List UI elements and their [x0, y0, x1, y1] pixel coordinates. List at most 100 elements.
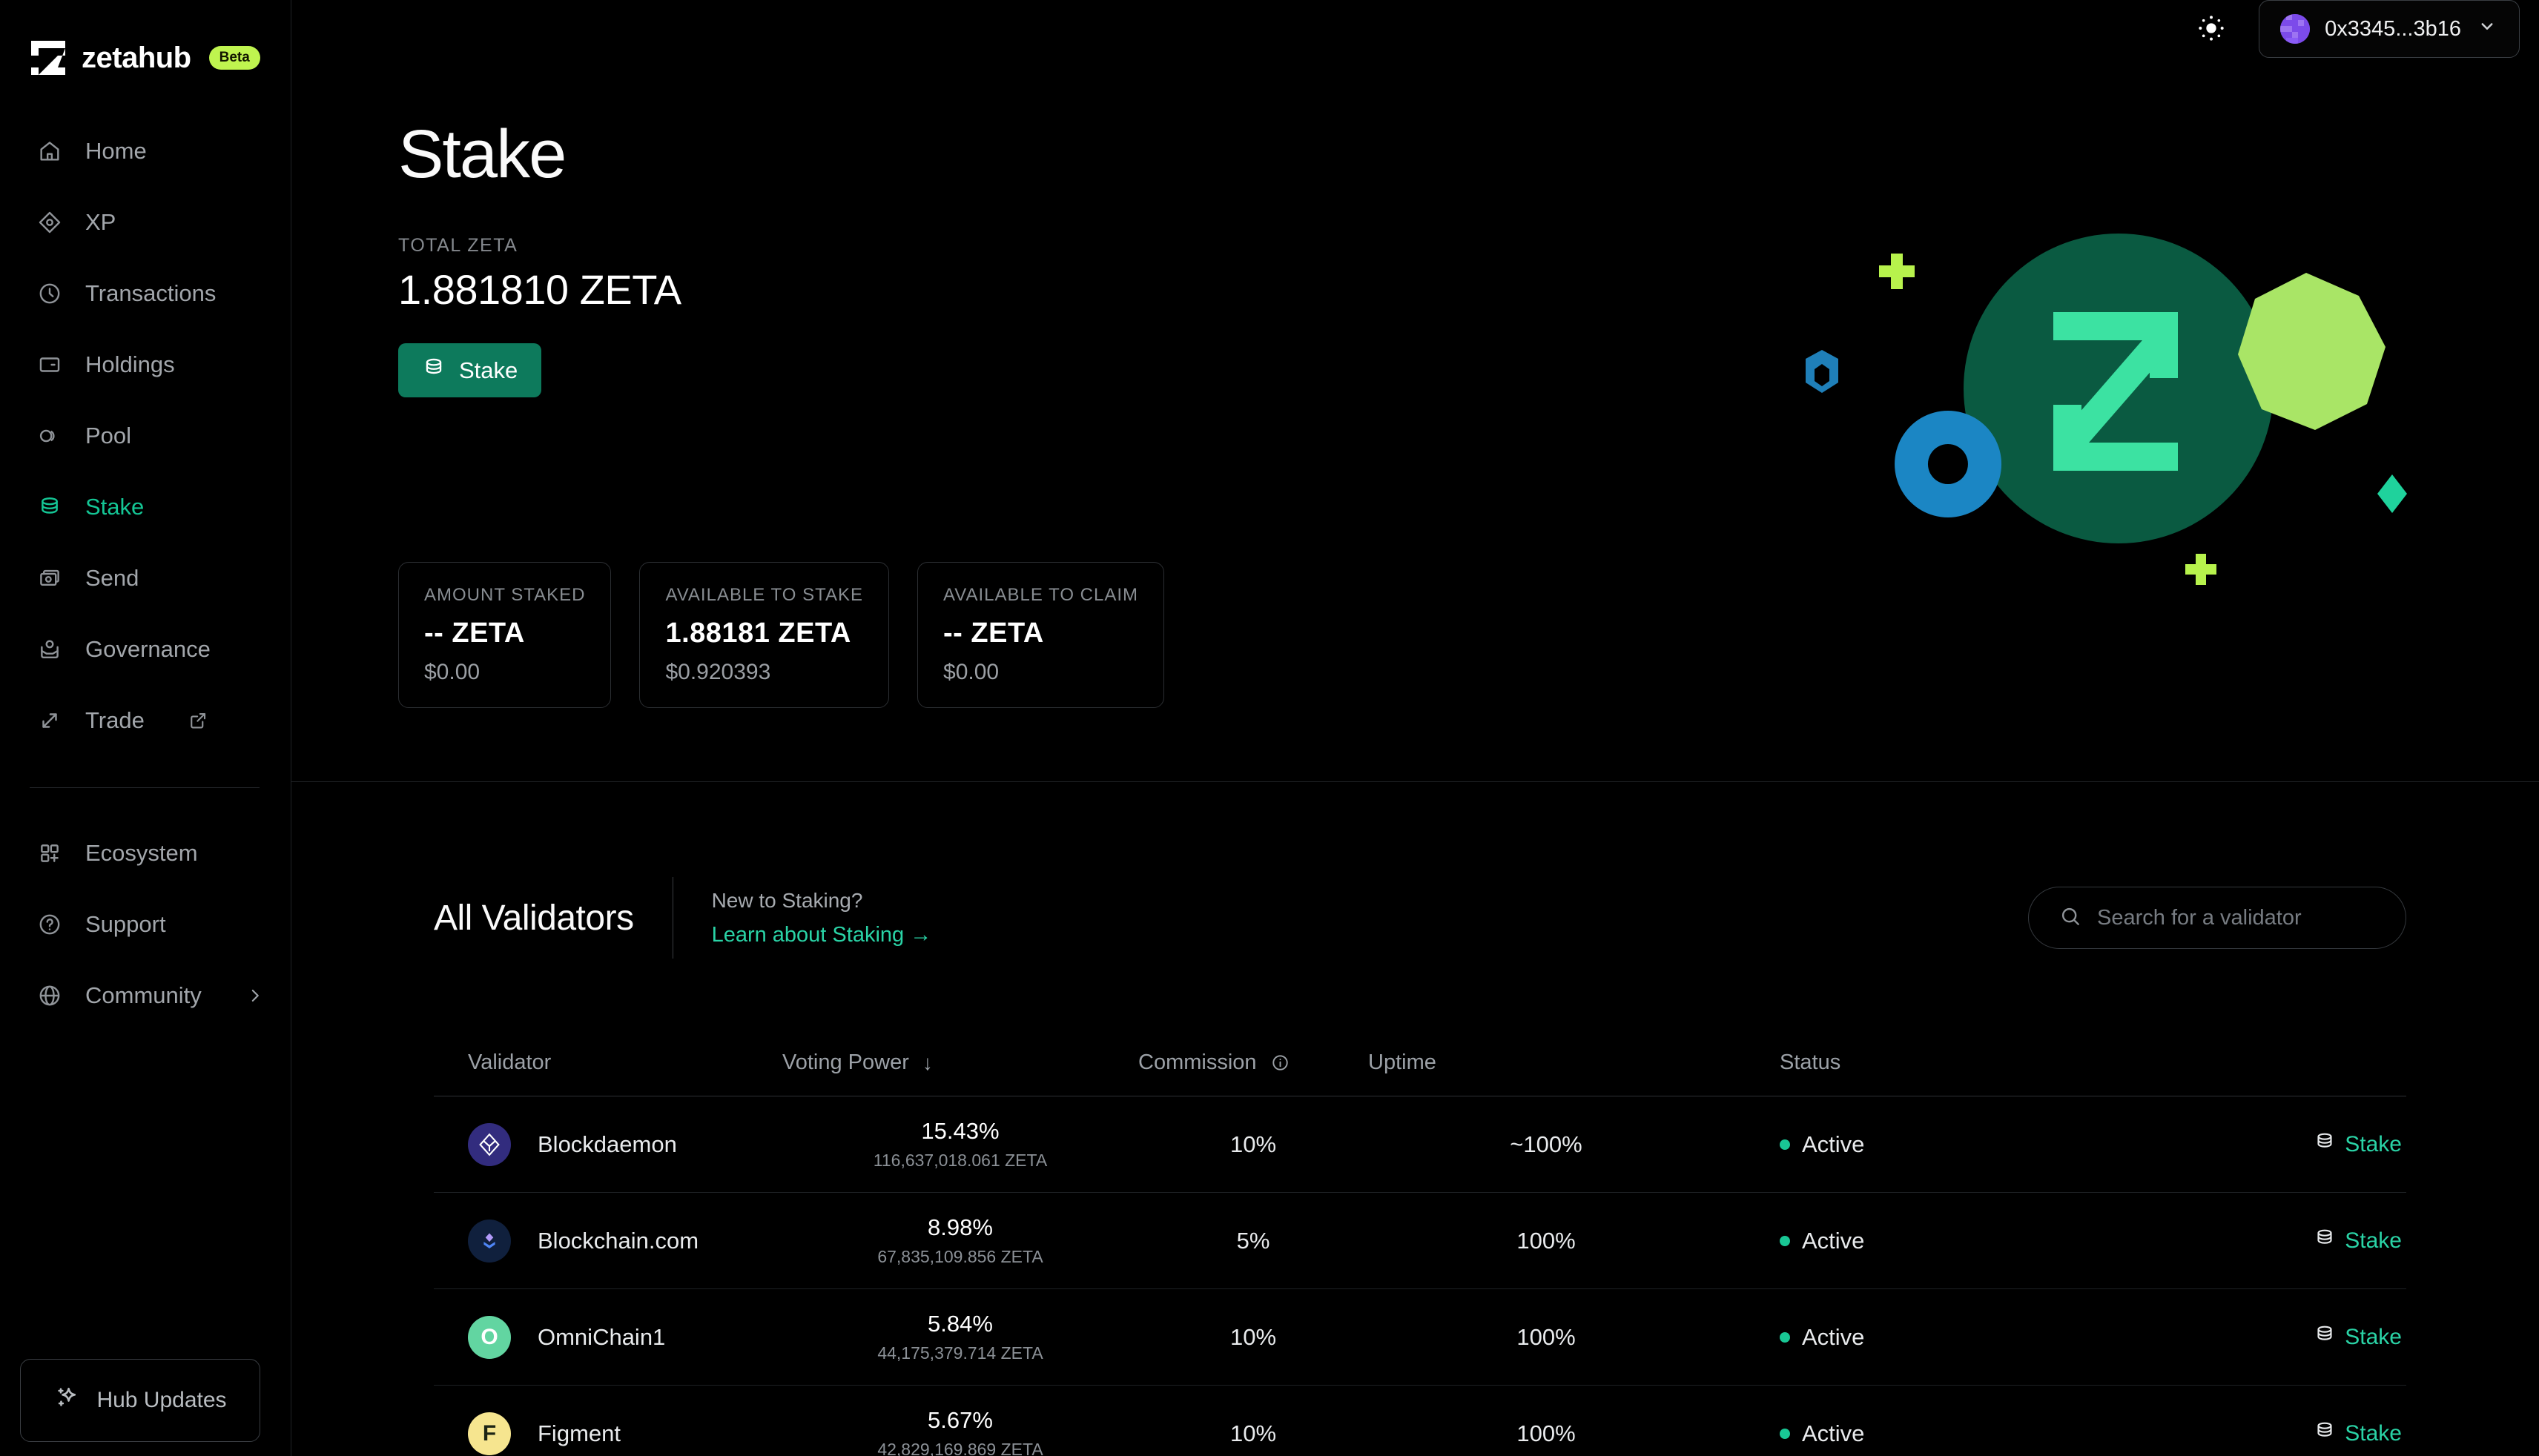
sidebar-item-label: Pool — [85, 423, 131, 449]
status-label: Active — [1802, 1420, 1864, 1447]
table-header-row: Validator Voting Power ↓ Commission Upti… — [434, 1030, 2406, 1096]
brand-name: zetahub — [82, 42, 191, 75]
avatar-letter: O — [481, 1325, 498, 1350]
validators-section: All Validators New to Staking? Learn abo… — [291, 782, 2539, 1456]
sidebar-item-stake[interactable]: Stake — [0, 471, 291, 543]
sidebar-item-holdings[interactable]: Holdings — [0, 329, 291, 400]
main-content: 0x3345...3b16 Stake TOTAL ZETA 1.881810 … — [291, 0, 2539, 1456]
sidebar-item-support[interactable]: Support — [0, 889, 291, 960]
pool-rings-icon — [37, 423, 62, 449]
voting-power-zeta: 116,637,018.061 ZETA — [874, 1151, 1047, 1171]
voting-power-zeta: 67,835,109.856 ZETA — [877, 1247, 1043, 1267]
omnichain1-avatar: O — [468, 1316, 511, 1359]
commission-value: 10% — [1138, 1324, 1368, 1351]
col-uptime: Uptime — [1368, 1050, 1724, 1075]
blockchain-com-avatar — [468, 1220, 511, 1263]
status-label: Active — [1802, 1228, 1864, 1254]
avatar-letter: F — [483, 1421, 496, 1446]
sidebar-nav-main: Home XP Transactions Holdings Po — [0, 116, 291, 756]
info-icon[interactable] — [1270, 1053, 1290, 1073]
stake-link-label: Stake — [2345, 1228, 2402, 1254]
wallet-button[interactable]: 0x3345...3b16 — [2259, 0, 2520, 58]
search-icon — [2058, 904, 2082, 932]
sidebar-item-xp[interactable]: XP — [0, 187, 291, 258]
chevron-right-icon — [244, 985, 266, 1007]
trade-arrows-icon — [37, 708, 62, 733]
stake-action[interactable]: Stake — [2036, 1323, 2406, 1351]
validators-header: All Validators New to Staking? Learn abo… — [434, 877, 2406, 959]
sidebar-item-home[interactable]: Home — [0, 116, 291, 187]
validators-table: Validator Voting Power ↓ Commission Upti… — [434, 1030, 2406, 1456]
beta-badge: Beta — [209, 46, 260, 70]
xp-diamond-icon — [37, 210, 62, 235]
zetahub-logo-icon — [31, 41, 65, 75]
search-input[interactable] — [2097, 906, 2383, 930]
card-value: -- ZETA — [943, 618, 1138, 649]
col-voting-power[interactable]: Voting Power ↓ — [782, 1050, 1138, 1075]
voting-power-pct: 8.98% — [928, 1214, 993, 1241]
send-cash-icon — [37, 566, 62, 591]
col-validator: Validator — [434, 1050, 782, 1075]
sidebar-divider — [30, 787, 260, 788]
theme-toggle-button[interactable] — [2190, 7, 2232, 51]
globe-icon — [37, 983, 62, 1008]
sidebar-item-label: Transactions — [85, 280, 216, 307]
status-label: Active — [1802, 1131, 1864, 1158]
stake-action[interactable]: Stake — [2036, 1131, 2406, 1159]
governance-icon — [37, 637, 62, 662]
available-to-claim-card: AVAILABLE TO CLAIM -- ZETA $0.00 — [917, 562, 1164, 708]
sidebar-nav-secondary: Ecosystem Support Community — [0, 818, 291, 1031]
card-label: AMOUNT STAKED — [424, 585, 585, 606]
clock-icon — [37, 281, 62, 306]
hub-updates-button[interactable]: Hub Updates — [20, 1359, 260, 1442]
col-voting-power-label: Voting Power — [782, 1050, 909, 1075]
coins-stack-icon — [2314, 1227, 2336, 1255]
sun-icon — [2196, 13, 2226, 45]
card-usd: $0.920393 — [665, 660, 863, 685]
col-commission-label: Commission — [1138, 1050, 1257, 1075]
sparkle-icon — [53, 1383, 82, 1417]
stake-action[interactable]: Stake — [2036, 1227, 2406, 1255]
learn-about-staking-link[interactable]: Learn about Staking → — [712, 923, 932, 947]
coins-stack-icon — [2314, 1323, 2336, 1351]
sidebar-item-label: Send — [85, 565, 139, 592]
status-dot — [1780, 1139, 1790, 1150]
sidebar-item-governance[interactable]: Governance — [0, 614, 291, 685]
uptime-value: 100% — [1368, 1324, 1724, 1351]
stake-link-label: Stake — [2345, 1132, 2402, 1157]
validator-row-figment: F Figment 5.67% 42,829,169.869 ZETA 10% … — [434, 1386, 2406, 1456]
sidebar-item-pool[interactable]: Pool — [0, 400, 291, 471]
question-circle-icon — [37, 912, 62, 937]
validator-row-blockdaemon: Blockdaemon 15.43% 116,637,018.061 ZETA … — [434, 1096, 2406, 1193]
status-dot — [1780, 1332, 1790, 1343]
stake-action[interactable]: Stake — [2036, 1420, 2406, 1448]
validator-name: Blockdaemon — [538, 1131, 677, 1158]
sidebar-item-transactions[interactable]: Transactions — [0, 258, 291, 329]
sidebar-item-label: XP — [85, 209, 116, 236]
sidebar-item-send[interactable]: Send — [0, 543, 291, 614]
sidebar-item-label: Holdings — [85, 351, 175, 378]
coins-stack-icon — [37, 494, 62, 520]
sidebar-item-label: Support — [85, 911, 166, 938]
new-to-staking-block: New to Staking? Learn about Staking → — [712, 889, 932, 947]
sidebar-item-ecosystem[interactable]: Ecosystem — [0, 818, 291, 889]
commission-value: 10% — [1138, 1131, 1368, 1158]
uptime-value: 100% — [1368, 1228, 1724, 1254]
wallet-card-icon — [37, 352, 62, 377]
coins-stack-icon — [2314, 1420, 2336, 1448]
sidebar-item-trade[interactable]: Trade — [0, 685, 291, 756]
validator-search-box[interactable] — [2028, 887, 2406, 949]
validator-name: Blockchain.com — [538, 1228, 699, 1254]
validators-title: All Validators — [434, 898, 634, 939]
col-status: Status — [1724, 1050, 2036, 1075]
coins-stack-icon — [422, 356, 446, 385]
stake-button[interactable]: Stake — [398, 343, 541, 397]
sidebar-item-community[interactable]: Community — [0, 960, 291, 1031]
sidebar-item-label: Governance — [85, 636, 211, 663]
brand-logo[interactable]: zetahub Beta — [0, 0, 291, 89]
voting-power-zeta: 42,829,169.869 ZETA — [877, 1440, 1043, 1456]
sidebar: zetahub Beta Home XP Transactions — [0, 0, 291, 1456]
card-value: -- ZETA — [424, 618, 585, 649]
validator-name: Figment — [538, 1420, 621, 1447]
uptime-value: 100% — [1368, 1420, 1724, 1447]
